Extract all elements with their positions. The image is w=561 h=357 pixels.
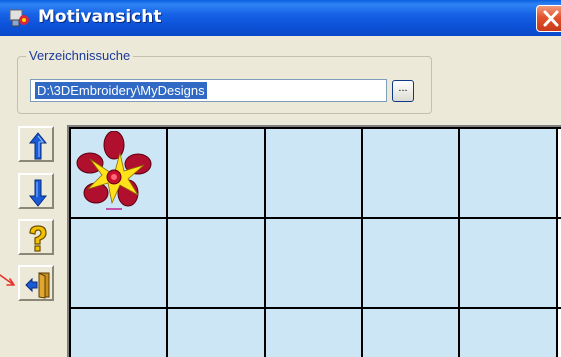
design-cell[interactable] <box>266 309 361 357</box>
design-cell[interactable] <box>168 129 264 217</box>
exit-door-icon <box>25 272 50 299</box>
grid-row-line <box>69 217 561 219</box>
grid-column-line <box>556 127 558 357</box>
grid-row-line <box>69 127 561 129</box>
scroll-down-button[interactable] <box>18 173 54 209</box>
title-bar[interactable]: Motivansicht <box>0 0 561 36</box>
arrow-up-icon <box>28 132 48 160</box>
design-cell[interactable] <box>363 219 458 307</box>
grid-column-line <box>166 127 168 357</box>
grid-column-line <box>69 127 71 357</box>
directory-path-input[interactable]: D:\3DEmbroidery\MyDesigns <box>30 79 387 102</box>
design-cell[interactable] <box>460 129 556 217</box>
window-title: Motivansicht <box>38 7 162 27</box>
exit-button[interactable] <box>18 265 54 301</box>
annotation-arrow-icon <box>0 274 15 286</box>
flower-design-thumbnail[interactable] <box>74 131 152 213</box>
design-cell[interactable] <box>71 219 166 307</box>
directory-path-value: D:\3DEmbroidery\MyDesigns <box>35 82 207 99</box>
design-cell[interactable] <box>266 129 361 217</box>
embroidery-app-icon <box>9 8 31 28</box>
grid-row-line <box>69 307 561 309</box>
close-icon <box>543 10 559 27</box>
browse-button[interactable]: ... <box>392 80 414 102</box>
grid-column-line <box>264 127 266 357</box>
design-cell[interactable] <box>363 309 458 357</box>
close-button[interactable] <box>536 5 561 32</box>
design-cell[interactable] <box>363 129 458 217</box>
design-cell[interactable] <box>266 219 361 307</box>
design-cell[interactable] <box>71 309 166 357</box>
arrow-down-icon <box>28 179 48 207</box>
red-flower-icon <box>76 131 152 210</box>
question-mark-icon <box>29 225 47 252</box>
help-button[interactable] <box>18 219 54 255</box>
design-cell[interactable] <box>168 309 264 357</box>
grid-column-line <box>458 127 460 357</box>
scroll-up-button[interactable] <box>18 126 54 162</box>
design-cell[interactable] <box>168 219 264 307</box>
directory-search-label: Verzeichnissuche <box>26 48 134 63</box>
design-cell[interactable] <box>460 309 556 357</box>
grid-column-line <box>361 127 363 357</box>
design-cell[interactable] <box>460 219 556 307</box>
